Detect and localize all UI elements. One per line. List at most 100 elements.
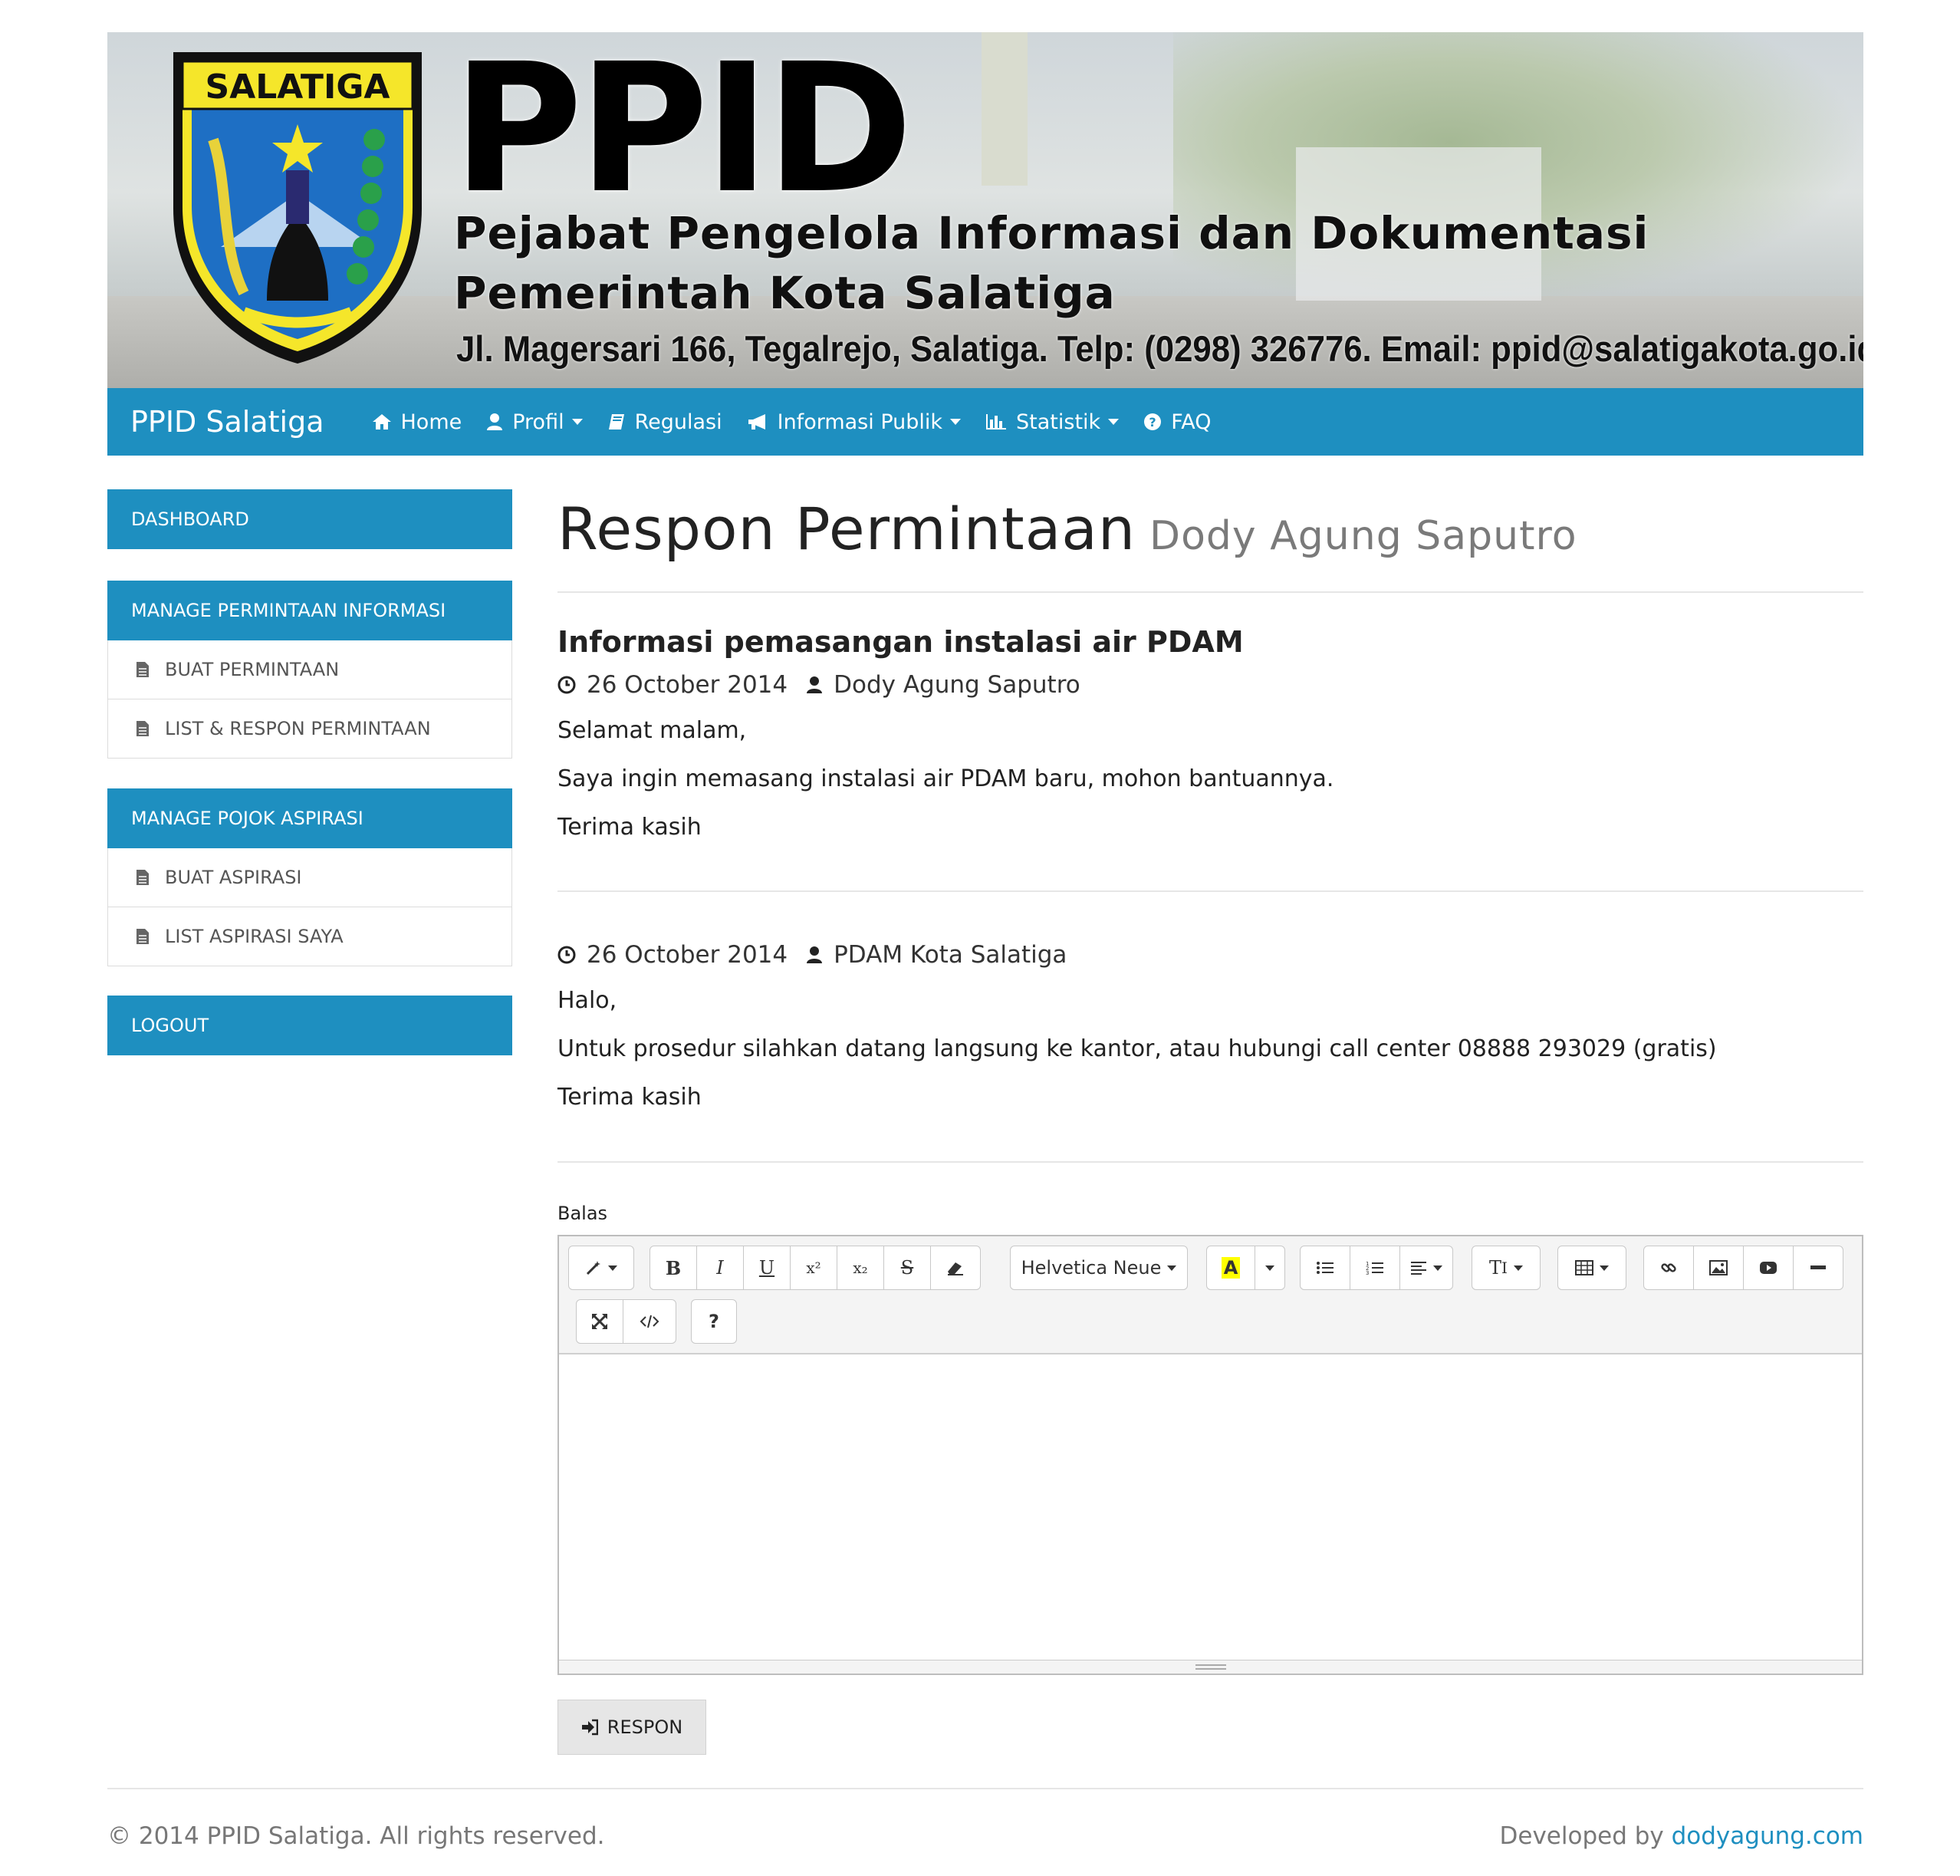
reply-editor: B I U x² x₂ S Helvetica Neue A 1 2 3 T I… — [557, 1235, 1863, 1675]
insert-link-button[interactable] — [1643, 1246, 1694, 1290]
sidebar-item-buat-permintaan[interactable]: BUAT PERMINTAAN — [107, 640, 512, 699]
request-author: Dody Agung Saputro — [834, 671, 1080, 699]
sidebar-item-label: BUAT ASPIRASI — [165, 867, 302, 888]
nav-home-label: Home — [400, 410, 462, 434]
request-line: Terima kasih — [557, 814, 702, 841]
eraser-icon — [948, 1262, 963, 1275]
bar-chart-icon — [986, 414, 1007, 430]
table-dropdown[interactable] — [1557, 1246, 1626, 1290]
file-icon — [136, 721, 149, 736]
user-icon — [487, 413, 503, 430]
nav-regulasi[interactable]: Regulasi — [607, 410, 722, 434]
help-button[interactable]: ? — [691, 1299, 737, 1344]
navbar-brand[interactable]: PPID Salatiga — [130, 405, 324, 439]
bullhorn-icon — [748, 414, 765, 430]
book-icon — [608, 414, 624, 430]
svg-text:3: 3 — [1366, 1270, 1369, 1275]
respon-submit-button[interactable]: RESPON — [557, 1700, 706, 1755]
sidebar-section-permintaan[interactable]: MANAGE PERMINTAAN INFORMASI — [107, 581, 512, 640]
footer-credit: Developed by dodyagung.com — [1500, 1822, 1864, 1850]
file-icon — [136, 929, 149, 944]
sign-in-icon — [581, 1719, 598, 1736]
minus-icon — [1810, 1265, 1826, 1269]
insert-image-button[interactable] — [1693, 1246, 1744, 1290]
nav-informasi-publik[interactable]: Informasi Publik — [747, 410, 962, 434]
request-line: Saya ingin memasang instalasi air PDAM b… — [557, 765, 1334, 792]
nav-profil-label: Profil — [512, 410, 564, 434]
text-color-button[interactable]: A — [1206, 1246, 1255, 1290]
response-line: Terima kasih — [557, 1084, 702, 1111]
sidebar-item-label: LIST & RESPON PERMINTAAN — [165, 718, 431, 739]
fullscreen-button[interactable] — [576, 1299, 623, 1344]
request-subject: Informasi pemasangan instalasi air PDAM — [557, 625, 1244, 659]
response-line: Halo, — [557, 987, 617, 1014]
sidebar-logout[interactable]: LOGOUT — [107, 996, 512, 1055]
fullscreen-icon — [591, 1313, 608, 1330]
sidebar-dashboard[interactable]: DASHBOARD — [107, 489, 512, 549]
chevron-down-icon — [1167, 1265, 1177, 1271]
chevron-down-icon — [1600, 1265, 1609, 1271]
picture-icon — [1709, 1260, 1728, 1275]
underline-button[interactable]: U — [743, 1246, 791, 1290]
style-magic-button[interactable] — [568, 1246, 634, 1290]
sidebar-item-label: LIST ASPIRASI SAYA — [165, 926, 344, 947]
youtube-play-icon — [1760, 1262, 1777, 1274]
nav-faq[interactable]: ? FAQ — [1143, 410, 1212, 434]
footer-developer-link[interactable]: dodyagung.com — [1672, 1822, 1863, 1850]
ordered-list-button[interactable]: 123 — [1350, 1246, 1400, 1290]
banner-subtitle-2: Pemerintah Kota Salatiga — [454, 267, 1116, 319]
user-icon — [807, 676, 823, 693]
nav-home[interactable]: Home — [372, 410, 462, 434]
page-title-sub: Dody Agung Saputro — [1149, 513, 1577, 559]
divider — [557, 1161, 1863, 1163]
insert-video-button[interactable] — [1743, 1246, 1794, 1290]
header-banner: SALATIGA PPID Pejabat Pengelola Informas… — [107, 32, 1863, 388]
respon-button-label: RESPON — [607, 1716, 683, 1738]
editor-resize-handle[interactable] — [559, 1660, 1862, 1674]
svg-text:?: ? — [1149, 415, 1156, 430]
align-left-icon — [1411, 1262, 1426, 1275]
clear-format-button[interactable] — [930, 1246, 981, 1290]
sidebar-item-list-aspirasi-saya[interactable]: LIST ASPIRASI SAYA — [107, 907, 512, 966]
font-family-dropdown[interactable]: Helvetica Neue — [1010, 1246, 1188, 1290]
clock-icon — [557, 946, 576, 964]
chevron-down-icon — [1108, 419, 1120, 425]
text-color-dropdown[interactable] — [1255, 1246, 1285, 1290]
question-circle-icon: ? — [1144, 413, 1162, 430]
horizontal-rule-button[interactable] — [1793, 1246, 1843, 1290]
reply-label: Balas — [557, 1203, 608, 1224]
home-icon — [372, 414, 391, 430]
chevron-down-icon — [1265, 1265, 1274, 1271]
file-icon — [136, 662, 149, 677]
nav-faq-label: FAQ — [1171, 410, 1212, 434]
magic-wand-icon — [586, 1261, 600, 1275]
code-view-button[interactable] — [623, 1299, 676, 1344]
page-title: Respon Permintaan Dody Agung Saputro — [557, 495, 1577, 563]
response-line: Untuk prosedur silahkan datang langsung … — [557, 1035, 1717, 1062]
sidebar-section-aspirasi[interactable]: MANAGE POJOK ASPIRASI — [107, 788, 512, 848]
chevron-down-icon — [1433, 1265, 1442, 1271]
strikethrough-button[interactable]: S — [883, 1246, 931, 1290]
subscript-button[interactable]: x₂ — [837, 1246, 884, 1290]
request-date: 26 October 2014 — [587, 671, 788, 699]
top-navbar: PPID Salatiga Home Profil Regulasi Infor… — [107, 388, 1863, 456]
unordered-list-button[interactable] — [1300, 1246, 1350, 1290]
sidebar-item-buat-aspirasi[interactable]: BUAT ASPIRASI — [107, 848, 512, 907]
nav-statistik[interactable]: Statistik — [985, 410, 1120, 434]
request-line: Selamat malam, — [557, 717, 747, 744]
superscript-button[interactable]: x² — [790, 1246, 837, 1290]
italic-button[interactable]: I — [696, 1246, 744, 1290]
bold-button[interactable]: B — [649, 1246, 697, 1290]
salatiga-crest-logo: SALATIGA — [173, 52, 422, 364]
chevron-down-icon — [950, 419, 962, 425]
request-meta: 26 October 2014 Dody Agung Saputro — [557, 671, 1080, 699]
text-color-swatch: A — [1221, 1257, 1241, 1279]
response-date: 26 October 2014 — [587, 941, 788, 969]
footer-divider — [107, 1788, 1863, 1789]
reply-textarea[interactable] — [559, 1356, 1862, 1661]
sidebar-item-list-respon-permintaan[interactable]: LIST & RESPON PERMINTAAN — [107, 699, 512, 759]
paragraph-align-dropdown[interactable] — [1399, 1246, 1453, 1290]
line-height-dropdown[interactable]: TI — [1472, 1246, 1541, 1290]
nav-profil[interactable]: Profil — [486, 410, 583, 434]
nav-informasi-publik-label: Informasi Publik — [777, 410, 943, 434]
